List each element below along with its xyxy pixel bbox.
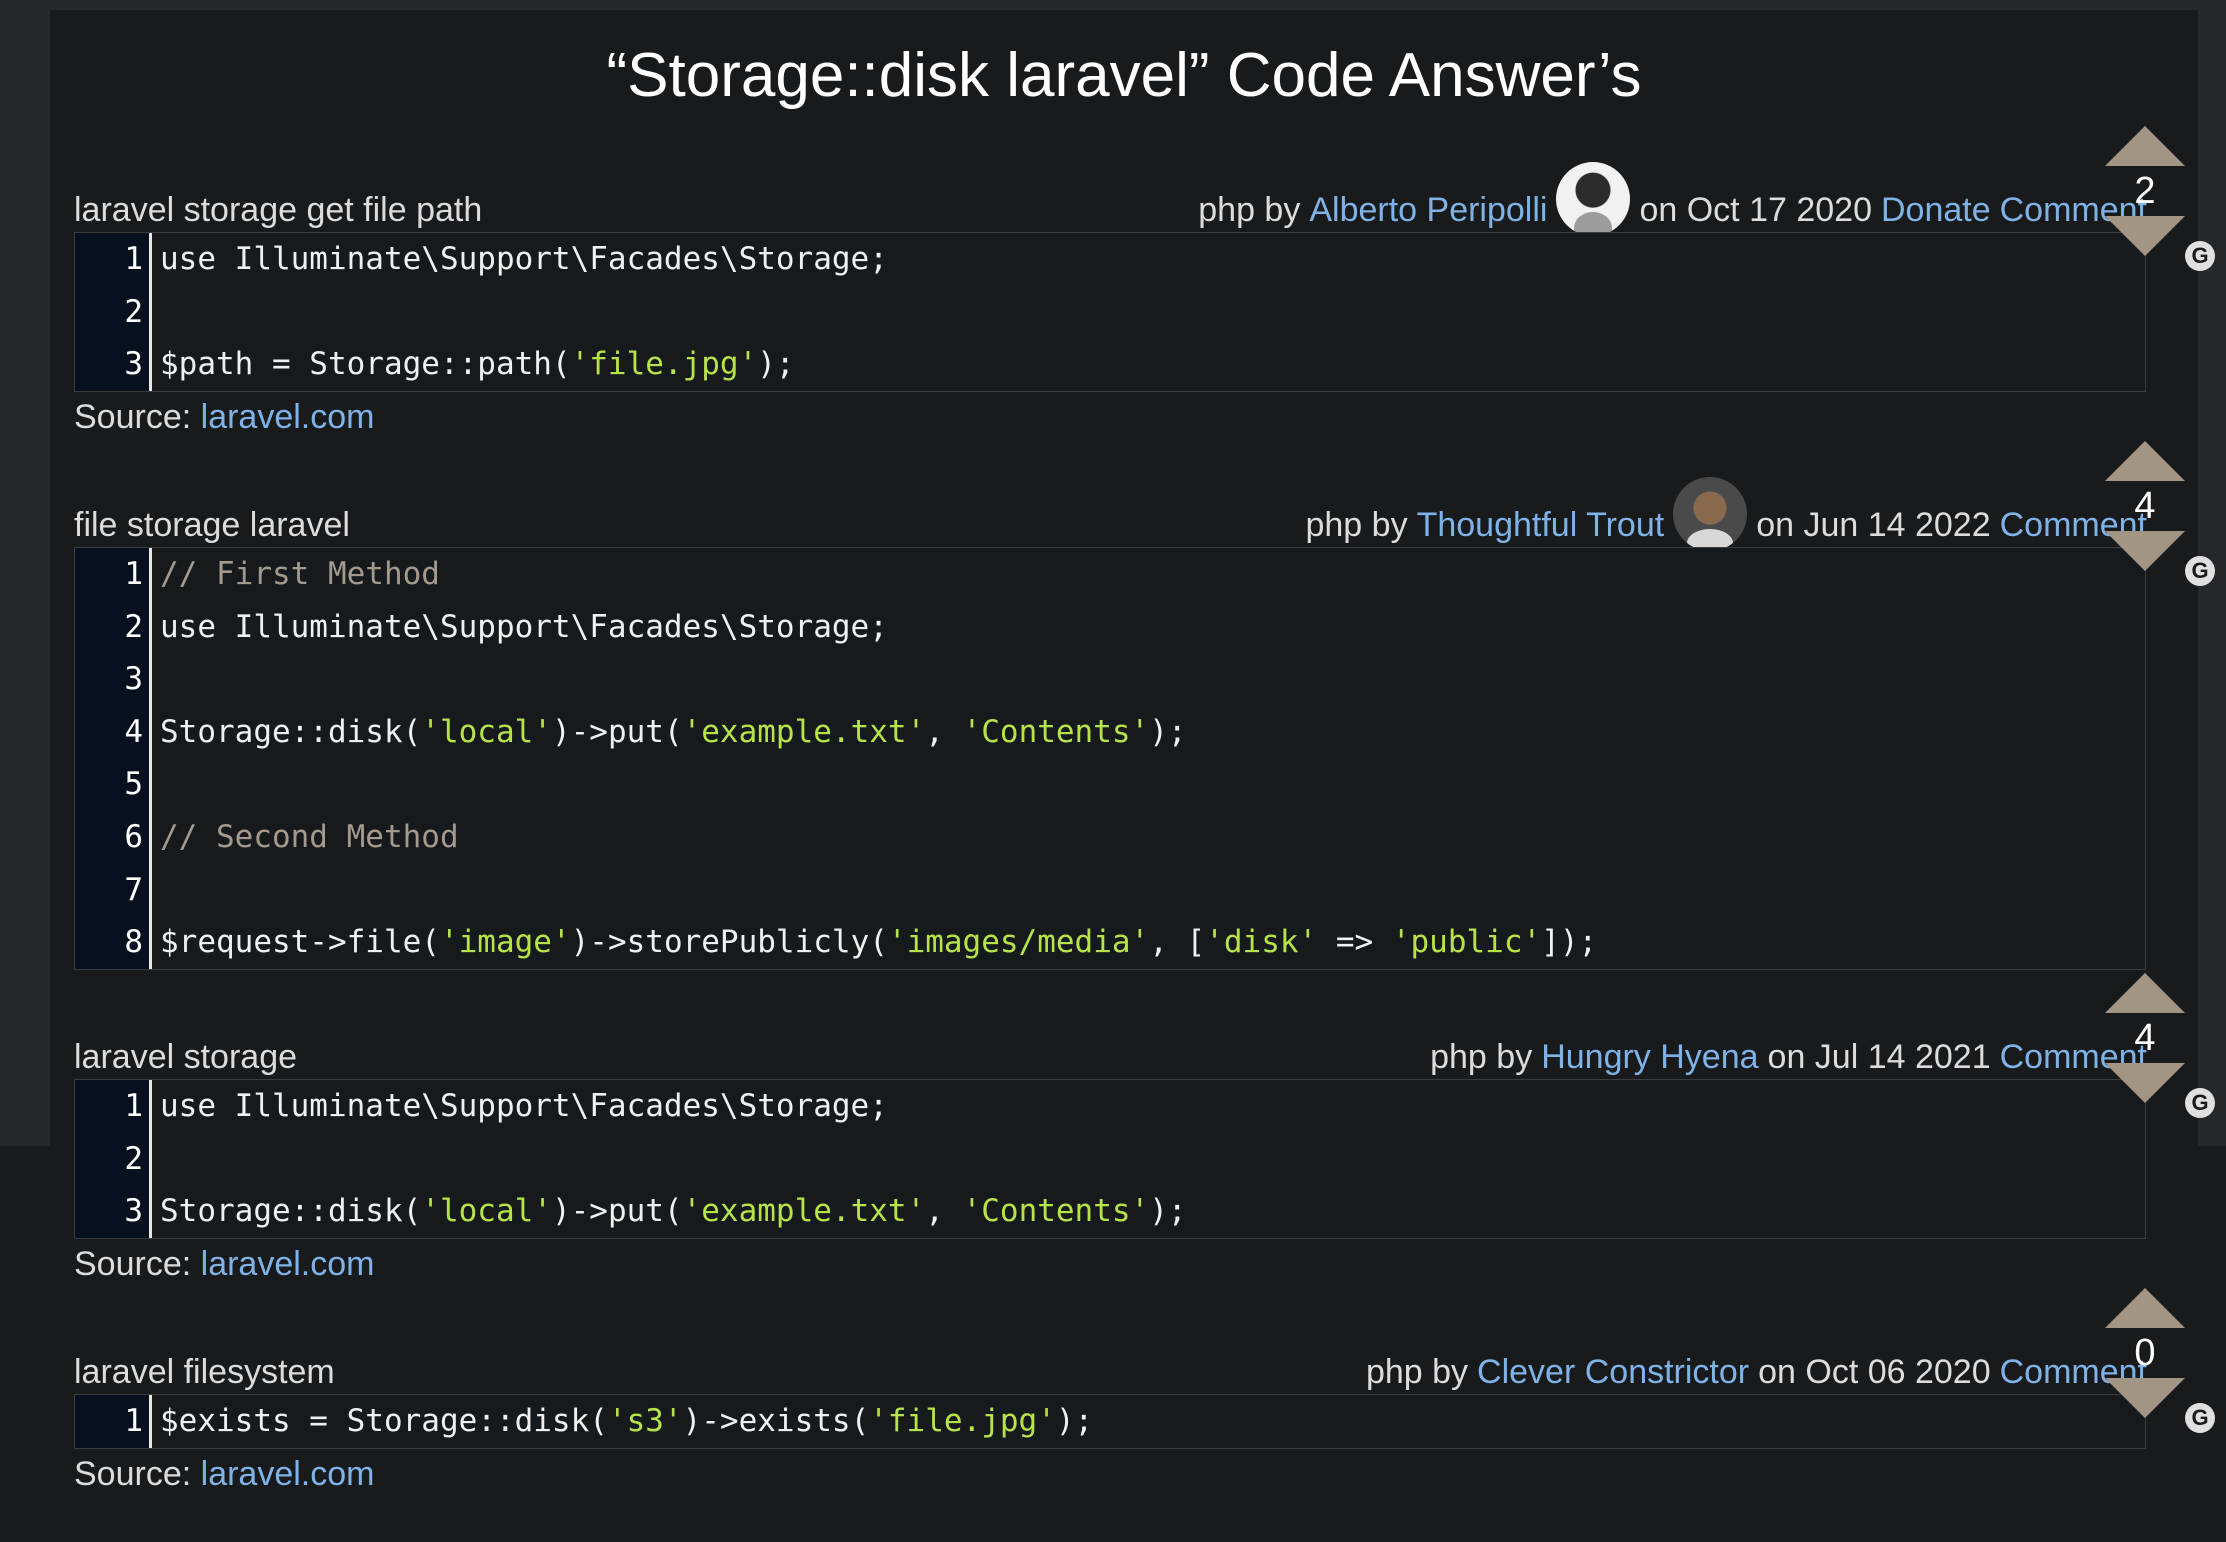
- up-arrow-icon[interactable]: [2105, 126, 2185, 166]
- vote-widget: 4: [2085, 441, 2205, 571]
- down-arrow-icon[interactable]: [2105, 1378, 2185, 1418]
- code-line: 7: [75, 864, 2145, 917]
- vote-widget: 4: [2085, 973, 2205, 1103]
- line-number: 3: [124, 661, 143, 698]
- donate-link[interactable]: Donate: [1881, 191, 1991, 230]
- grepper-icon[interactable]: G: [2185, 241, 2215, 271]
- author-link[interactable]: Clever Constrictor: [1477, 1353, 1749, 1392]
- code-line: 2: [75, 286, 2145, 339]
- line-number: 1: [124, 1088, 143, 1124]
- author-link[interactable]: Hungry Hyena: [1541, 1038, 1758, 1077]
- code-line: 4 Storage::disk('local')->put('example.tx…: [75, 706, 2145, 759]
- line-number: 1: [124, 1403, 143, 1439]
- line-number: 5: [124, 766, 143, 803]
- answers-panel: “Storage::disk laravel” Code Answer’s la…: [50, 10, 2215, 1542]
- vote-count: 2: [2134, 170, 2156, 212]
- vote-widget: 0: [2085, 1288, 2205, 1418]
- source-line: Source: laravel.com: [74, 1244, 375, 1283]
- source-link[interactable]: laravel.com: [201, 398, 375, 436]
- answer-meta: php by Hungry Hyena on Jul 14 2021 Comme…: [1430, 1038, 2147, 1077]
- up-arrow-icon[interactable]: [2105, 441, 2185, 481]
- language-label: php by: [1365, 1353, 1469, 1391]
- answer-header: laravel storage php by Hungry Hyena on J…: [74, 1015, 2174, 1079]
- language-label: php by: [1198, 191, 1301, 229]
- grepper-icon[interactable]: G: [2185, 1403, 2215, 1433]
- line-number: 7: [124, 871, 143, 908]
- author-link[interactable]: Alberto Peripolli: [1309, 191, 1547, 230]
- line-number: 1: [124, 241, 143, 277]
- code-block[interactable]: 1 use Illuminate\Support\Facades\Storage;…: [74, 1079, 2146, 1239]
- line-number: 2: [124, 1140, 143, 1177]
- code-line: 2 use Illuminate\Support\Facades\Storage;: [75, 601, 2145, 654]
- line-number: 2: [124, 608, 143, 645]
- line-number: 2: [124, 293, 143, 330]
- line-number: 1: [124, 556, 143, 592]
- code-block[interactable]: 1 $exists = Storage::disk('s3')->exists('…: [74, 1394, 2146, 1449]
- answer-card: file storage laravel php by Thoughtful T…: [74, 477, 2174, 970]
- line-number: 6: [124, 818, 143, 855]
- answer-date: on Jun 14 2022: [1756, 506, 1991, 544]
- source-line: Source: laravel.com: [74, 1454, 375, 1493]
- vote-count: 4: [2134, 485, 2156, 527]
- language-label: php by: [1305, 506, 1408, 544]
- answer-header: laravel filesystem php by Clever Constri…: [74, 1330, 2174, 1394]
- code-line: 1 $exists = Storage::disk('s3')->exists('…: [75, 1395, 2145, 1448]
- line-number: 3: [124, 1193, 143, 1230]
- answer-card: laravel storage php by Hungry Hyena on J…: [74, 1015, 2174, 1284]
- vote-count: 4: [2134, 1017, 2156, 1059]
- author-link[interactable]: Thoughtful Trout: [1417, 506, 1665, 545]
- vote-widget: 2: [2085, 126, 2205, 256]
- answer-header: laravel storage get file path php by Alb…: [74, 162, 2174, 236]
- answer-card: laravel storage get file path php by Alb…: [74, 162, 2174, 437]
- question-title: file storage laravel: [74, 506, 350, 544]
- answer-meta: php by Clever Constrictor on Oct 06 2020…: [1366, 1353, 2147, 1392]
- answer-meta: php by Thoughtful Trout on Jun 14 2022 C…: [1305, 477, 2147, 551]
- code-line: 5: [75, 758, 2145, 811]
- code-line: 6// Second Method: [75, 811, 2145, 864]
- vote-count: 0: [2134, 1332, 2156, 1374]
- source-line: Source: laravel.com: [74, 397, 375, 436]
- avatar-image[interactable]: [1556, 162, 1631, 236]
- code-line: 1 use Illuminate\Support\Facades\Storage;: [75, 1080, 2145, 1133]
- question-title: laravel storage get file path: [74, 191, 483, 229]
- answer-date: on Jul 14 2021: [1767, 1038, 1991, 1076]
- source-link[interactable]: laravel.com: [201, 1245, 375, 1283]
- code-line: 1 use Illuminate\Support\Facades\Storage;: [75, 233, 2145, 286]
- code-line: 1// First Method: [75, 548, 2145, 601]
- line-number: 8: [124, 924, 143, 961]
- answer-date: on Oct 17 2020: [1639, 191, 1872, 229]
- down-arrow-icon[interactable]: [2105, 531, 2185, 571]
- code-block[interactable]: 1 use Illuminate\Support\Facades\Storage;…: [74, 232, 2146, 392]
- answer-date: on Oct 06 2020: [1758, 1353, 1991, 1391]
- question-title: laravel storage: [74, 1038, 298, 1076]
- language-label: php by: [1430, 1038, 1533, 1076]
- down-arrow-icon[interactable]: [2105, 216, 2185, 256]
- answer-header: file storage laravel php by Thoughtful T…: [74, 477, 2174, 551]
- grepper-icon[interactable]: G: [2185, 1088, 2215, 1118]
- code-line: 2: [75, 1133, 2145, 1186]
- answer-card: laravel filesystem php by Clever Constri…: [74, 1330, 2174, 1494]
- line-number: 4: [124, 713, 143, 750]
- down-arrow-icon[interactable]: [2105, 1063, 2185, 1103]
- code-line: 3 Storage::disk('local')->put('example.tx…: [75, 1185, 2145, 1238]
- code-line: 8 $request->file('image')->storePublicly(…: [75, 916, 2145, 969]
- code-line: 3: [75, 653, 2145, 706]
- up-arrow-icon[interactable]: [2105, 1288, 2185, 1328]
- question-title: laravel filesystem: [74, 1353, 335, 1391]
- page-title: “Storage::disk laravel” Code Answer’s: [606, 41, 1642, 110]
- code-block[interactable]: 1// First Method 2 use Illuminate\Support…: [74, 547, 2146, 970]
- line-number: 3: [124, 346, 143, 383]
- source-link[interactable]: laravel.com: [201, 1455, 375, 1493]
- avatar-image[interactable]: [1673, 477, 1748, 551]
- up-arrow-icon[interactable]: [2105, 973, 2185, 1013]
- answer-meta: php by Alberto Peripolli on Oct 17 2020 …: [1198, 162, 2147, 236]
- code-line: 3 $path = Storage::path('file.jpg');: [75, 338, 2145, 391]
- grepper-icon[interactable]: G: [2185, 556, 2215, 586]
